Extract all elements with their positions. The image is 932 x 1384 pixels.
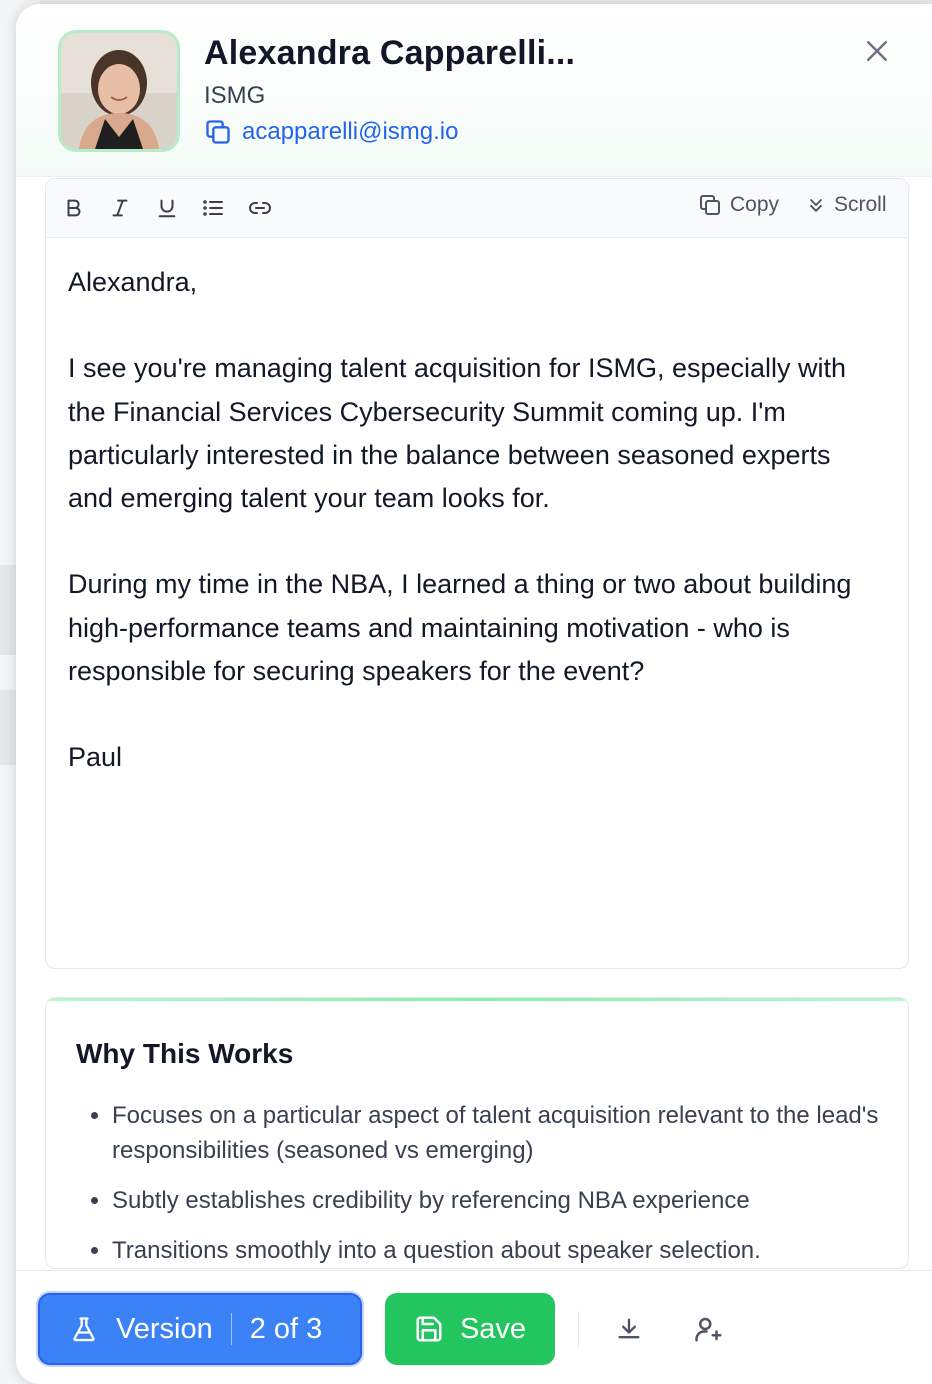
save-icon <box>414 1314 444 1344</box>
download-button[interactable] <box>613 1313 645 1345</box>
scroll-button[interactable]: Scroll <box>806 193 887 217</box>
italic-icon <box>109 197 131 219</box>
italic-button[interactable] <box>106 194 134 222</box>
version-label: Version <box>116 1312 213 1345</box>
why-title: Why This Works <box>76 1038 294 1069</box>
message-paragraph: During my time in the NBA, I learned a t… <box>68 569 852 686</box>
link-icon <box>248 196 272 220</box>
chevrons-down-icon <box>806 195 826 215</box>
avatar <box>58 30 180 152</box>
copy-icon <box>204 118 232 146</box>
contact-message-modal: Alexandra Capparelli... ISMG acapparelli… <box>16 4 932 1384</box>
why-this-works-panel: Why This Works Focuses on a particular a… <box>45 997 909 1269</box>
contact-email[interactable]: acapparelli@ismg.io <box>242 118 458 146</box>
list-icon <box>201 196 225 220</box>
flask-icon <box>70 1314 98 1344</box>
bold-icon <box>63 197 85 219</box>
bullet-list-button[interactable] <box>199 194 227 222</box>
close-icon <box>862 41 892 70</box>
message-greeting: Alexandra, <box>68 267 198 297</box>
link-button[interactable] <box>246 194 274 222</box>
scroll-label: Scroll <box>834 193 887 216</box>
email-copy-link[interactable]: acapparelli@ismg.io <box>204 118 458 146</box>
message-editor[interactable]: Copy Scroll Alexandra, I see you're mana… <box>45 178 909 969</box>
contact-company: ISMG <box>204 82 266 109</box>
copy-label: Copy <box>730 193 780 216</box>
editor-toolbar: Copy Scroll <box>46 179 908 238</box>
modal-footer: Version 2 of 3 Save <box>16 1270 932 1384</box>
message-body[interactable]: Alexandra, I see you're managing talent … <box>68 261 868 823</box>
panel-accent-bar <box>46 998 908 1001</box>
download-icon <box>615 1315 643 1343</box>
message-signature: Paul <box>68 742 123 773</box>
modal-header: Alexandra Capparelli... ISMG acapparelli… <box>16 4 932 177</box>
bold-button[interactable] <box>60 194 88 222</box>
underline-icon <box>156 197 178 219</box>
user-plus-icon <box>694 1314 724 1344</box>
close-button[interactable] <box>862 36 894 68</box>
why-list-item: Subtly establishes credibility by refere… <box>112 1183 908 1218</box>
copy-icon <box>698 193 722 217</box>
copy-button[interactable]: Copy <box>698 193 779 217</box>
footer-divider <box>578 1311 579 1347</box>
save-button[interactable]: Save <box>385 1293 555 1365</box>
save-label: Save <box>459 1312 527 1345</box>
why-list: Focuses on a particular aspect of talent… <box>76 1098 908 1268</box>
why-list-item: Transitions smoothly into a question abo… <box>112 1233 908 1268</box>
version-count: 2 of 3 <box>249 1312 323 1345</box>
message-paragraph: I see you're managing talent acquisition… <box>68 353 847 513</box>
version-button[interactable]: Version 2 of 3 <box>38 1293 362 1365</box>
version-divider <box>230 1313 232 1345</box>
underline-button[interactable] <box>153 194 181 222</box>
add-contact-button[interactable] <box>693 1313 725 1345</box>
contact-name: Alexandra Capparelli... <box>204 34 576 72</box>
why-list-item: Focuses on a particular aspect of talent… <box>112 1098 908 1168</box>
